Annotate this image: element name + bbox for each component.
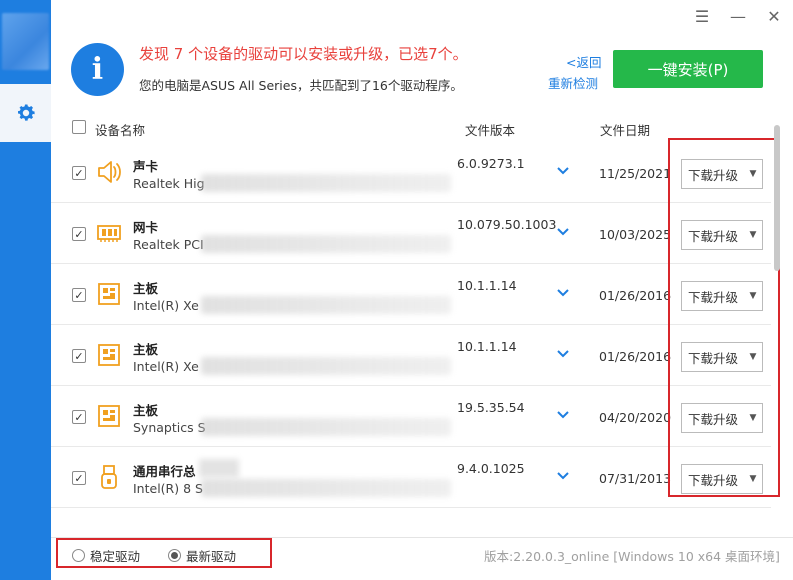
motherboard-icon [98, 405, 120, 427]
row-checkbox[interactable]: ✓ [72, 288, 86, 302]
window-controls: ☰ — ✕ [691, 5, 785, 27]
app-logo [2, 13, 49, 70]
highlight-box-actions [668, 138, 780, 497]
row-checkbox[interactable]: ✓ [72, 227, 86, 241]
usb-icon [101, 465, 117, 489]
speaker-icon [98, 161, 121, 183]
device-summary: 您的电脑是ASUS All Series，共匹配到了16个驱动程序。 [139, 78, 463, 93]
highlight-box-driver-type [56, 538, 272, 568]
file-date: 07/31/2013 [599, 471, 672, 486]
one-click-install-button[interactable]: 一键安装(P) [613, 50, 763, 88]
device-title: 通用串行总 [133, 464, 196, 479]
file-version: 6.0.9273.1 [457, 156, 525, 171]
redacted-blur [201, 235, 451, 253]
file-date: 01/26/2016 [599, 349, 672, 364]
device-title: 主板 [133, 342, 159, 357]
motherboard-icon [98, 283, 120, 305]
chevron-down-icon[interactable] [556, 410, 570, 420]
device-description: Synaptics S [133, 420, 206, 435]
info-icon: i [71, 43, 124, 96]
chevron-down-icon[interactable] [556, 349, 570, 359]
file-version: 10.1.1.14 [457, 278, 517, 293]
file-date: 04/20/2020 [599, 410, 672, 425]
redacted-blur [201, 418, 451, 436]
rescan-link[interactable]: 重新检测 [548, 73, 598, 92]
table-row: ✓ 声卡 Realtek Hig 6.0.9273.1 11/25/2021 下… [51, 142, 771, 203]
row-checkbox[interactable]: ✓ [72, 471, 86, 485]
sidebar [0, 0, 51, 580]
redacted-blur [201, 479, 451, 497]
device-title: 主板 [133, 281, 159, 296]
file-date: 01/26/2016 [599, 288, 672, 303]
scrollbar-thumb[interactable] [774, 125, 780, 271]
chevron-down-icon[interactable] [556, 227, 570, 237]
file-version: 10.079.50.1003 [457, 217, 557, 232]
device-title: 声卡 [133, 159, 159, 174]
redacted-blur [201, 174, 451, 192]
sidebar-item-settings[interactable] [0, 84, 51, 142]
page-title: 发现 7 个设备的驱动可以安装或升级，已选7个。 [139, 45, 468, 63]
column-file-date: 文件日期 [600, 123, 651, 138]
device-description: Realtek PCI [133, 237, 204, 252]
table-row: ✓ 主板 Intel(R) Xe 10.1.1.14 01/26/2016 下载… [51, 264, 771, 325]
row-checkbox[interactable]: ✓ [72, 349, 86, 363]
device-description: Realtek Hig [133, 176, 205, 191]
driver-list: ✓ 声卡 Realtek Hig 6.0.9273.1 11/25/2021 下… [51, 142, 771, 508]
gear-icon [17, 104, 35, 121]
file-version: 9.4.0.1025 [457, 461, 525, 476]
device-description: Intel(R) Xe [133, 359, 199, 374]
redacted-blur [201, 296, 451, 314]
redacted-blur [201, 357, 451, 375]
table-row: ✓ 主板 Intel(R) Xe 10.1.1.14 01/26/2016 下载… [51, 325, 771, 386]
device-description: Intel(R) 8 S [133, 481, 203, 496]
row-checkbox[interactable]: ✓ [72, 410, 86, 424]
chevron-down-icon[interactable] [556, 471, 570, 481]
table-row: ✓ 网卡 Realtek PCI 10.079.50.1003 10/03/20… [51, 203, 771, 264]
menu-icon[interactable]: ☰ [691, 5, 713, 27]
close-icon[interactable]: ✕ [763, 5, 785, 27]
device-title: 主板 [133, 403, 159, 418]
motherboard-icon [98, 344, 120, 366]
column-file-version: 文件版本 [465, 123, 516, 138]
table-header: 设备名称 文件版本 文件日期 [51, 112, 771, 142]
column-device-name: 设备名称 [95, 123, 146, 138]
select-all-checkbox[interactable] [72, 120, 86, 134]
device-title: 网卡 [133, 220, 159, 235]
file-version: 10.1.1.14 [457, 339, 517, 354]
file-version: 19.5.35.54 [457, 400, 525, 415]
network-card-icon [97, 225, 121, 242]
minimize-icon[interactable]: — [727, 5, 749, 27]
version-info: 版本:2.20.0.3_online [Windows 10 x64 桌面环境] [484, 549, 780, 564]
row-checkbox[interactable]: ✓ [72, 166, 86, 180]
file-date: 10/03/2025 [599, 227, 672, 242]
table-row: ✓ 主板 Synaptics S 19.5.35.54 04/20/2020 下… [51, 386, 771, 447]
table-row: ✓ 通用串行总 Intel(R) 8 S 9.4.0.1025 07/31/20… [51, 447, 771, 508]
device-description: Intel(R) Xe [133, 298, 199, 313]
file-date: 11/25/2021 [599, 166, 672, 181]
chevron-down-icon[interactable] [556, 166, 570, 176]
redacted-blur [199, 459, 239, 477]
chevron-down-icon[interactable] [556, 288, 570, 298]
back-link[interactable]: <返回 [566, 52, 601, 71]
